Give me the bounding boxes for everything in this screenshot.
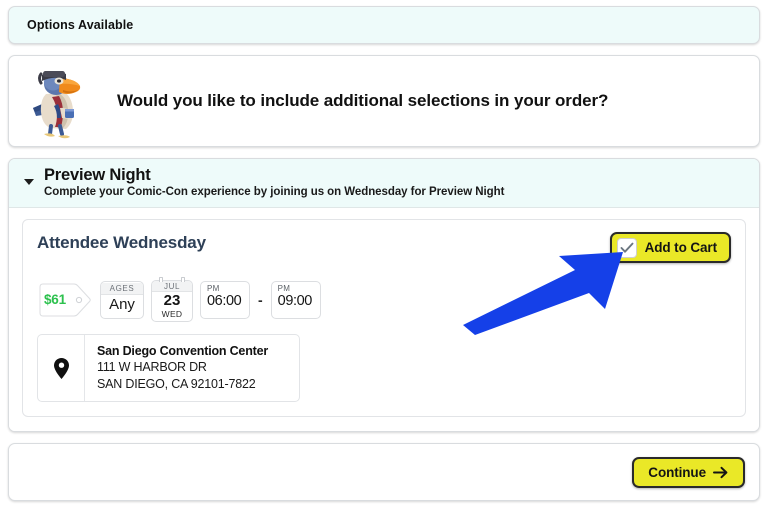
calendar-chip: JUL 23 WED bbox=[151, 277, 193, 323]
calendar-month: JUL bbox=[152, 281, 192, 293]
preview-night-header[interactable]: Preview Night Complete your Comic-Con ex… bbox=[9, 159, 759, 209]
venue-block[interactable]: San Diego Convention Center 111 W HARBOR… bbox=[37, 334, 300, 403]
venue-name: San Diego Convention Center bbox=[97, 344, 269, 359]
venue-address-line1: 111 W HARBOR DR bbox=[97, 360, 207, 375]
intro-question: Would you like to include additional sel… bbox=[117, 91, 609, 110]
preview-night-section: Preview Night Complete your Comic-Con ex… bbox=[8, 158, 760, 433]
end-time-chip: PM 09:00 bbox=[270, 280, 321, 319]
add-to-cart-label: Add to Cart bbox=[644, 240, 718, 256]
add-to-cart-button[interactable]: Add to Cart bbox=[609, 232, 731, 264]
venue-address-line2: SAN DIEGO, CA 92101-7822 bbox=[97, 376, 256, 391]
preview-night-body: Attendee Wednesday Add to Cart $61 AGES … bbox=[9, 208, 759, 432]
time-separator: - bbox=[258, 291, 263, 308]
add-to-cart-checkbox[interactable] bbox=[616, 237, 637, 258]
end-time-value: 09:00 bbox=[277, 292, 313, 309]
continue-label: Continue bbox=[648, 464, 706, 480]
price-tag: $61 bbox=[37, 281, 93, 319]
chevron-down-icon[interactable] bbox=[23, 179, 35, 185]
section-title: Preview Night bbox=[44, 166, 151, 184]
section-subtitle: Complete your Comic-Con experience by jo… bbox=[44, 186, 505, 199]
offer-attributes-row: $61 AGES Any JUL 23 WED PM 06:00 - PM 09… bbox=[37, 277, 731, 323]
calendar-icon: JUL 23 WED bbox=[151, 280, 193, 323]
offer-title: Attendee Wednesday bbox=[37, 233, 206, 253]
page-root: Options Available Would you like to incl… bbox=[0, 0, 768, 510]
offer-card: Attendee Wednesday Add to Cart $61 AGES … bbox=[22, 219, 746, 418]
arrow-right-icon bbox=[713, 466, 728, 479]
ages-chip: AGES Any bbox=[100, 280, 144, 319]
calendar-weekday: WED bbox=[161, 309, 183, 320]
toucan-mascot-icon bbox=[27, 62, 89, 140]
ages-value: Any bbox=[109, 296, 135, 314]
ages-label: AGES bbox=[101, 283, 143, 296]
end-time-meridiem: PM bbox=[277, 283, 291, 293]
check-icon bbox=[620, 242, 634, 253]
start-time-value: 06:00 bbox=[207, 292, 242, 309]
calendar-tab-left bbox=[159, 277, 163, 283]
continue-button[interactable]: Continue bbox=[632, 456, 745, 488]
calendar-tab-right bbox=[181, 277, 185, 283]
options-available-banner: Options Available bbox=[8, 6, 760, 44]
banner-title: Options Available bbox=[27, 18, 134, 32]
start-time-chip: PM 06:00 bbox=[200, 280, 250, 319]
calendar-day: 23 bbox=[163, 292, 181, 310]
price-amount: $61 bbox=[44, 291, 66, 307]
intro-card: Would you like to include additional sel… bbox=[8, 55, 760, 147]
map-pin-icon bbox=[38, 335, 85, 402]
start-time-meridiem: PM bbox=[207, 283, 220, 293]
footer-card: Continue bbox=[8, 443, 760, 502]
